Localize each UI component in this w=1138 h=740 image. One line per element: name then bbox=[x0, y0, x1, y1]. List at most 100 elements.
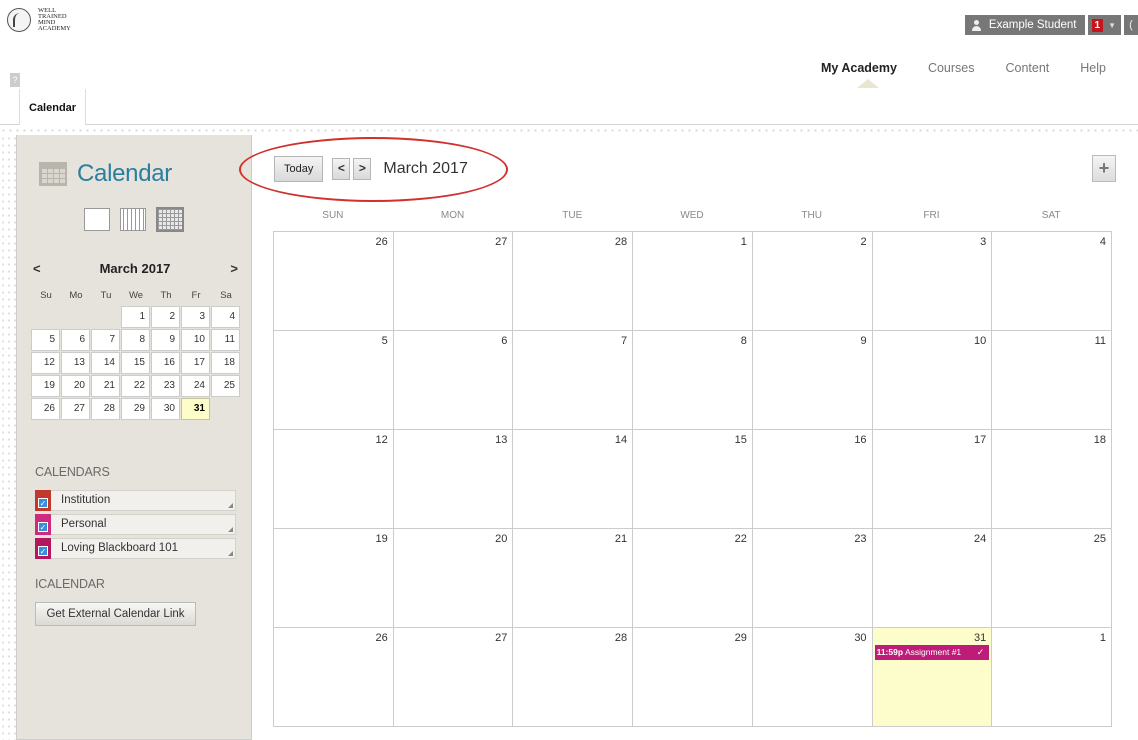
nav-help[interactable]: Help bbox=[1080, 61, 1106, 75]
day-cell[interactable]: 11 bbox=[992, 331, 1112, 430]
logout-icon[interactable]: ( bbox=[1124, 15, 1138, 35]
mini-day[interactable]: 8 bbox=[121, 329, 150, 351]
mini-day[interactable]: 14 bbox=[91, 352, 120, 374]
day-cell[interactable]: 12 bbox=[274, 430, 394, 529]
day-cell[interactable]: 26 bbox=[274, 232, 394, 331]
mini-day[interactable]: 24 bbox=[181, 375, 210, 397]
day-cell[interactable]: 21 bbox=[513, 529, 634, 628]
mini-day[interactable]: 31 bbox=[181, 398, 210, 420]
mini-day[interactable]: 17 bbox=[181, 352, 210, 374]
day-cell[interactable]: 19 bbox=[274, 529, 394, 628]
day-cell[interactable]: 1 bbox=[992, 628, 1112, 727]
day-cell[interactable]: 16 bbox=[752, 430, 873, 529]
mini-day[interactable]: 15 bbox=[121, 352, 150, 374]
day-cell[interactable]: 28 bbox=[513, 628, 634, 727]
mini-day[interactable]: 4 bbox=[211, 306, 240, 328]
help-icon[interactable]: ? bbox=[10, 73, 20, 87]
day-cell[interactable]: 7 bbox=[513, 331, 634, 430]
event-assignment[interactable]: 11:59p Assignment #1 ✓ bbox=[874, 645, 990, 660]
day-cell[interactable]: 27 bbox=[393, 628, 514, 727]
add-event-button[interactable]: + bbox=[1092, 155, 1116, 182]
calendar-color-swatch[interactable]: ✓ bbox=[35, 490, 51, 511]
day-cell[interactable]: 6 bbox=[393, 331, 514, 430]
nav-content[interactable]: Content bbox=[1006, 61, 1050, 75]
mini-day[interactable]: 19 bbox=[31, 375, 60, 397]
day-cell[interactable]: 22 bbox=[633, 529, 753, 628]
month-view-button[interactable] bbox=[156, 207, 184, 232]
day-cell[interactable]: 8 bbox=[633, 331, 753, 430]
mini-day[interactable]: 3 bbox=[181, 306, 210, 328]
mini-day[interactable]: 29 bbox=[121, 398, 150, 420]
day-cell[interactable]: 3 bbox=[872, 232, 993, 331]
calendar-item[interactable]: ✓ Loving Blackboard 101 bbox=[35, 538, 236, 559]
day-cell[interactable]: 9 bbox=[752, 331, 873, 430]
nav-courses[interactable]: Courses bbox=[928, 61, 975, 75]
calendar-color-swatch[interactable]: ✓ bbox=[35, 538, 51, 559]
mini-day[interactable]: 18 bbox=[211, 352, 240, 374]
get-external-calendar-link-button[interactable]: Get External Calendar Link bbox=[35, 602, 196, 626]
mini-day[interactable]: 10 bbox=[181, 329, 210, 351]
day-cell[interactable]: 28 bbox=[513, 232, 634, 331]
mini-day[interactable]: 12 bbox=[31, 352, 60, 374]
mini-day[interactable]: 16 bbox=[151, 352, 180, 374]
mini-day[interactable]: 9 bbox=[151, 329, 180, 351]
day-cell[interactable]: 23 bbox=[752, 529, 873, 628]
mini-day[interactable]: 30 bbox=[151, 398, 180, 420]
mini-day[interactable]: 25 bbox=[211, 375, 240, 397]
nav-my-academy[interactable]: My Academy bbox=[821, 61, 897, 75]
mini-day[interactable]: 27 bbox=[61, 398, 90, 420]
week-view-button[interactable] bbox=[120, 208, 146, 231]
day-cell[interactable]: 20 bbox=[393, 529, 514, 628]
mini-day[interactable]: 26 bbox=[31, 398, 60, 420]
prev-month-button[interactable]: < bbox=[332, 158, 351, 180]
day-cell[interactable]: 18 bbox=[992, 430, 1112, 529]
next-month-button[interactable]: > bbox=[353, 158, 372, 180]
day-cell[interactable]: 14 bbox=[513, 430, 634, 529]
calendar-color-swatch[interactable]: ✓ bbox=[35, 514, 51, 535]
day-cell[interactable]: 2 bbox=[752, 232, 873, 331]
checkbox-checked-icon[interactable]: ✓ bbox=[38, 546, 48, 556]
day-cell[interactable]: 5 bbox=[274, 331, 394, 430]
divider bbox=[0, 135, 16, 740]
checkbox-checked-icon[interactable]: ✓ bbox=[38, 498, 48, 508]
day-view-button[interactable] bbox=[84, 208, 110, 231]
today-button[interactable]: Today bbox=[274, 156, 324, 182]
day-number: 6 bbox=[501, 335, 508, 347]
checkbox-checked-icon[interactable]: ✓ bbox=[38, 522, 48, 532]
mini-day[interactable]: 13 bbox=[61, 352, 90, 374]
mini-day[interactable]: 20 bbox=[61, 375, 90, 397]
day-cell[interactable]: 31 11:59p Assignment #1 ✓ bbox=[872, 628, 993, 727]
mini-day[interactable]: 28 bbox=[91, 398, 120, 420]
event-time: 11:59p bbox=[876, 647, 904, 657]
day-cell[interactable]: 4 bbox=[992, 232, 1112, 331]
user-menu-button[interactable]: Example Student bbox=[964, 15, 1085, 35]
day-cell[interactable]: 13 bbox=[393, 430, 514, 529]
mini-day[interactable]: 2 bbox=[151, 306, 180, 328]
mini-day[interactable]: 1 bbox=[121, 306, 150, 328]
calendar-toolbar: Today < > March 2017 bbox=[274, 156, 468, 182]
mini-day[interactable]: 6 bbox=[61, 329, 90, 351]
day-cell[interactable]: 24 bbox=[872, 529, 993, 628]
day-cell[interactable]: 1 bbox=[633, 232, 753, 331]
day-cell[interactable]: 10 bbox=[872, 331, 993, 430]
mini-day[interactable]: 7 bbox=[91, 329, 120, 351]
calendar-item[interactable]: ✓ Personal bbox=[35, 514, 236, 535]
day-cell[interactable]: 17 bbox=[872, 430, 993, 529]
day-cell[interactable]: 26 bbox=[274, 628, 394, 727]
academy-logo[interactable] bbox=[7, 8, 31, 32]
mini-next-month-icon[interactable]: > bbox=[230, 261, 238, 276]
day-cell[interactable]: 29 bbox=[633, 628, 753, 727]
mini-day[interactable]: 21 bbox=[91, 375, 120, 397]
day-cell[interactable]: 27 bbox=[393, 232, 514, 331]
day-cell[interactable]: 25 bbox=[992, 529, 1112, 628]
mini-day[interactable]: 22 bbox=[121, 375, 150, 397]
mini-day[interactable]: 23 bbox=[151, 375, 180, 397]
day-cell[interactable]: 30 bbox=[752, 628, 873, 727]
tab-calendar[interactable]: Calendar bbox=[19, 89, 87, 125]
mini-day[interactable]: 5 bbox=[31, 329, 60, 351]
calendar-item[interactable]: ✓ Institution bbox=[35, 490, 236, 511]
calendar-name: Loving Blackboard 101 bbox=[61, 542, 178, 554]
notifications-button[interactable]: 1 ▼ bbox=[1087, 15, 1121, 35]
day-cell[interactable]: 15 bbox=[633, 430, 753, 529]
mini-day[interactable]: 11 bbox=[211, 329, 240, 351]
